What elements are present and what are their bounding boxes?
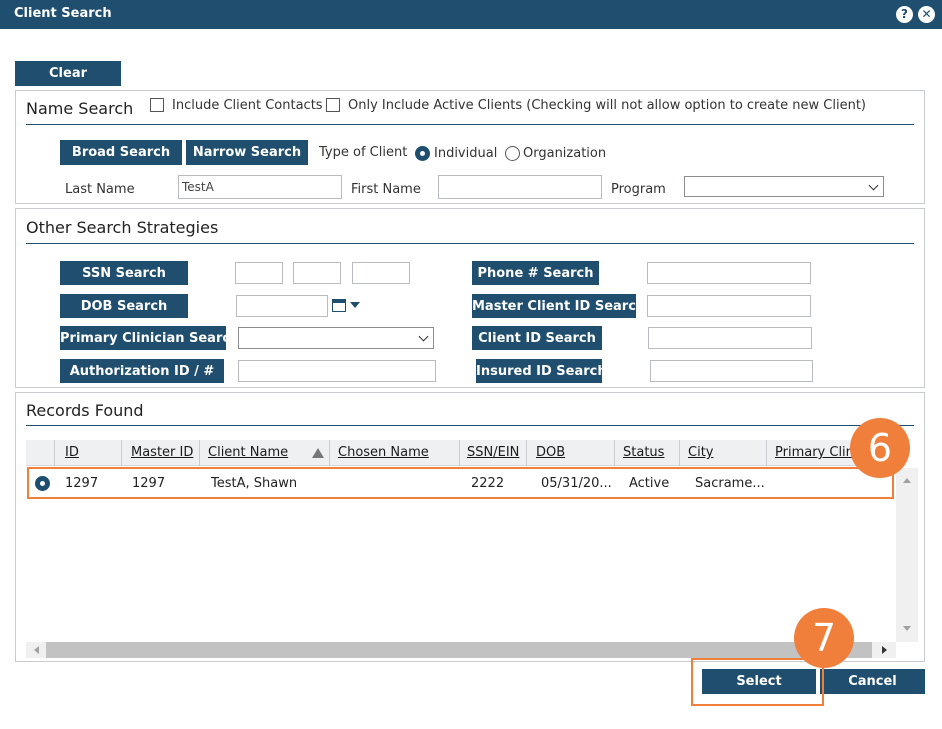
column-separator: [679, 440, 680, 466]
include-contacts-checkbox[interactable]: [150, 98, 164, 112]
scroll-thumb[interactable]: [46, 642, 872, 658]
column-separator: [121, 440, 122, 466]
caret-down-icon[interactable]: [350, 302, 360, 308]
name-search-title: Name Search: [26, 99, 134, 118]
insured-id-search-button[interactable]: Insured ID Search: [476, 359, 607, 383]
authorization-id-input[interactable]: [238, 360, 436, 382]
program-select[interactable]: [684, 176, 884, 197]
callout-badge: 6: [850, 418, 910, 478]
client-id-search-button[interactable]: Client ID Search: [472, 326, 602, 350]
window-title: Client Search: [14, 6, 112, 21]
chevron-down-icon: [418, 331, 429, 342]
calendar-icon[interactable]: [332, 299, 346, 312]
scroll-down-arrow-icon[interactable]: [903, 626, 911, 631]
insured-id-input[interactable]: [650, 360, 813, 382]
select-highlight: [691, 658, 824, 706]
row-highlight: [27, 467, 894, 499]
dob-input[interactable]: [236, 295, 328, 317]
records-panel: [15, 392, 925, 662]
divider: [26, 124, 914, 125]
ssn-part1-input[interactable]: [235, 262, 283, 284]
other-search-title: Other Search Strategies: [26, 218, 219, 237]
column-chosen-name[interactable]: Chosen Name: [338, 445, 429, 460]
organization-label: Organization: [523, 146, 607, 161]
client-id-input[interactable]: [648, 327, 812, 349]
column-separator: [766, 440, 767, 466]
master-client-id-search-button[interactable]: Master Client ID Search: [472, 294, 645, 318]
cancel-button[interactable]: Cancel: [820, 669, 925, 694]
scroll-up-arrow-icon[interactable]: [903, 478, 911, 483]
ssn-part3-input[interactable]: [352, 262, 410, 284]
only-active-label: Only Include Active Clients (Checking wi…: [348, 98, 867, 113]
phone-input[interactable]: [647, 262, 811, 284]
column-client-name[interactable]: Client Name: [208, 445, 288, 460]
column-primary-clinician[interactable]: Primary Clin: [775, 445, 854, 460]
organization-radio[interactable]: [505, 146, 520, 161]
column-separator: [526, 440, 527, 466]
individual-radio[interactable]: [415, 146, 430, 161]
horizontal-scrollbar[interactable]: [26, 642, 896, 658]
master-client-id-input[interactable]: [647, 295, 811, 317]
divider: [26, 425, 914, 426]
column-status[interactable]: Status: [623, 445, 664, 460]
include-contacts-label: Include Client Contacts: [172, 98, 323, 113]
ssn-part2-input[interactable]: [293, 262, 341, 284]
scroll-right-arrow-icon[interactable]: [882, 646, 887, 654]
help-icon[interactable]: ?: [896, 6, 913, 23]
narrow-search-button[interactable]: Narrow Search: [186, 140, 308, 165]
dob-search-button[interactable]: DOB Search: [60, 294, 188, 318]
chevron-down-icon: [868, 180, 879, 191]
last-name-input[interactable]: [178, 175, 342, 199]
individual-label: Individual: [434, 146, 498, 161]
clear-button[interactable]: Clear: [15, 61, 121, 86]
column-master-id[interactable]: Master ID: [131, 445, 193, 460]
authorization-id-button[interactable]: Authorization ID / #: [60, 359, 224, 383]
grid-header: ID Master ID Client Name Chosen Name SSN…: [26, 440, 896, 466]
first-name-input[interactable]: [438, 175, 602, 199]
column-dob[interactable]: DOB: [536, 445, 565, 460]
callout-badge: 7: [794, 608, 854, 668]
primary-clinician-search-button[interactable]: Primary Clinician Search: [60, 326, 239, 350]
column-id[interactable]: ID: [65, 445, 79, 460]
column-separator: [459, 440, 460, 466]
close-icon[interactable]: ✕: [918, 6, 935, 23]
only-active-checkbox[interactable]: [326, 98, 340, 112]
vertical-scrollbar[interactable]: [896, 468, 918, 642]
records-title: Records Found: [26, 401, 144, 420]
type-of-client-label: Type of Client: [319, 145, 408, 160]
column-separator: [329, 440, 330, 466]
last-name-label: Last Name: [65, 182, 135, 197]
column-city[interactable]: City: [688, 445, 713, 460]
column-separator: [614, 440, 615, 466]
phone-search-button[interactable]: Phone # Search: [472, 261, 599, 285]
title-bar: Client Search ? ✕: [0, 0, 942, 29]
first-name-label: First Name: [351, 182, 421, 197]
sort-triangle-icon: [312, 448, 324, 458]
column-ssn-ein[interactable]: SSN/EIN: [467, 445, 519, 460]
divider: [26, 243, 914, 244]
broad-search-button[interactable]: Broad Search: [60, 140, 182, 165]
column-separator: [199, 440, 200, 466]
scroll-left-arrow-icon[interactable]: [34, 646, 39, 654]
primary-clinician-select[interactable]: [238, 327, 434, 349]
column-separator: [54, 440, 55, 466]
ssn-search-button[interactable]: SSN Search: [60, 261, 188, 285]
program-label: Program: [611, 182, 666, 197]
